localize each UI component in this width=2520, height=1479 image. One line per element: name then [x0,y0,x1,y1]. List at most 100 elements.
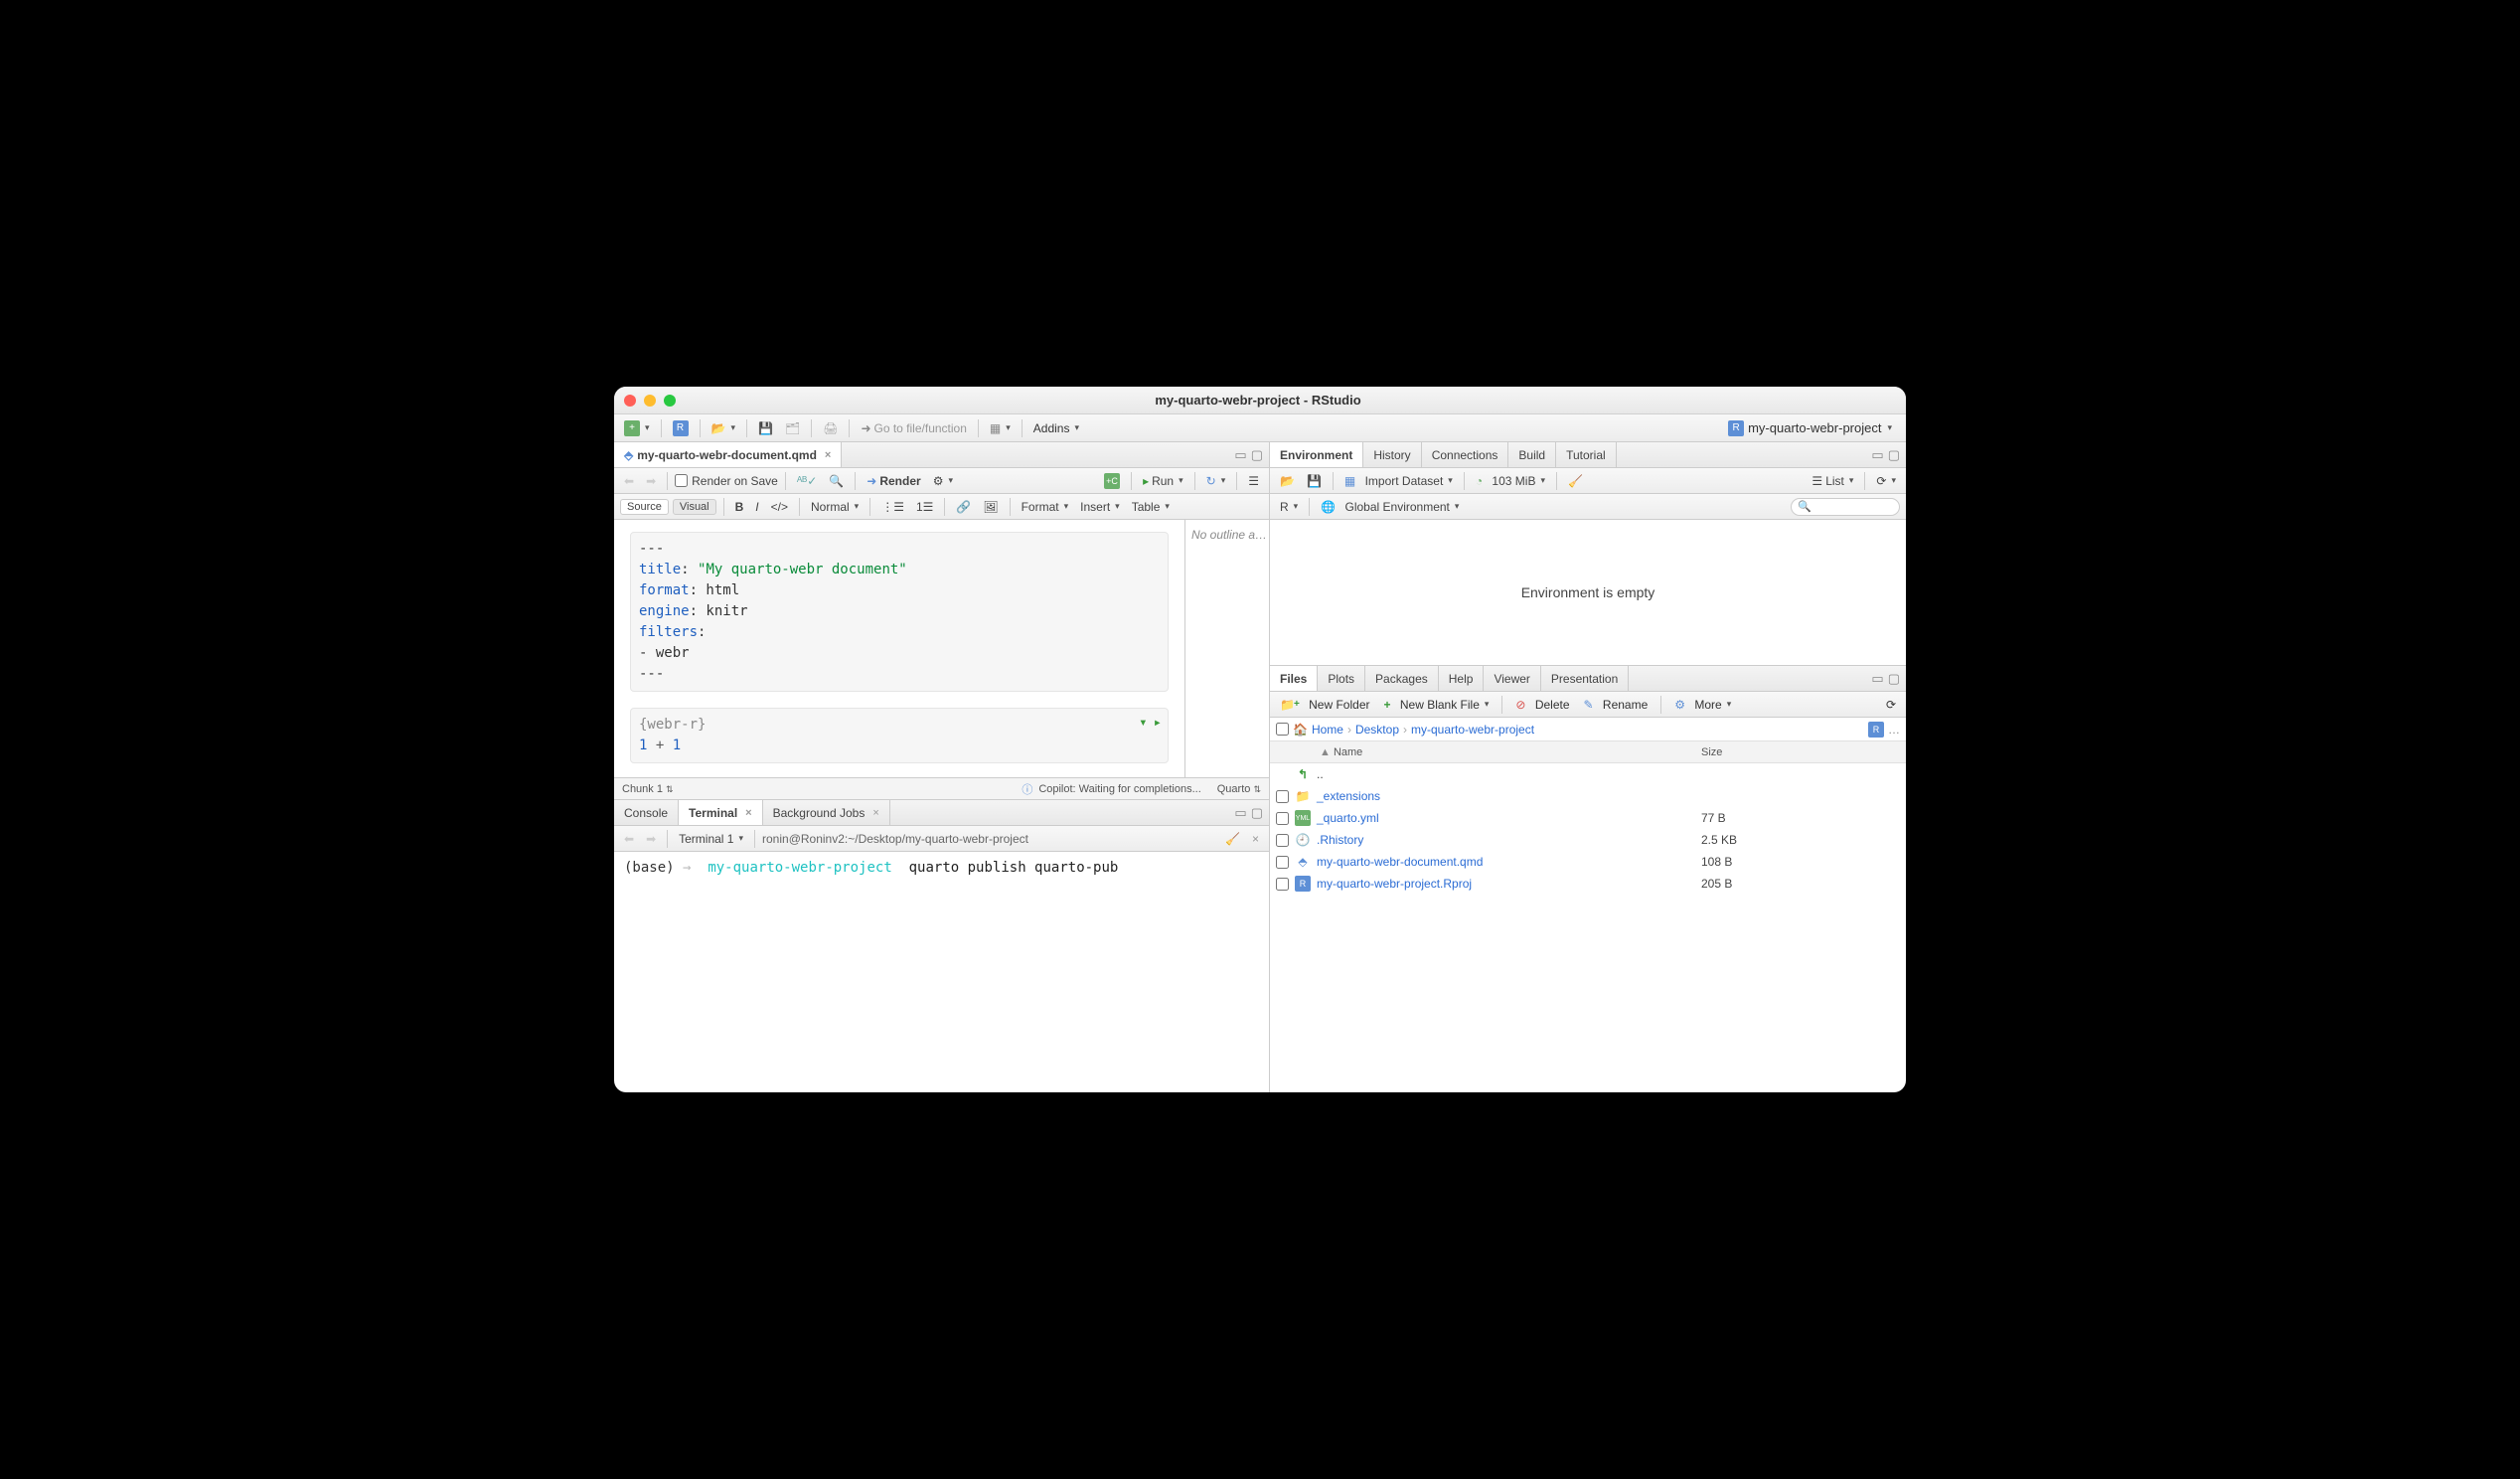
save-all-button[interactable]: 🗂 [781,420,804,436]
number-list-button[interactable]: 1☰ [912,499,937,515]
new-file-button[interactable]: +▾ [620,419,654,437]
minimize-pane-icon[interactable]: ▭ [1234,447,1246,463]
tab-connections[interactable]: Connections [1422,442,1509,467]
close-term-icon[interactable]: × [1248,831,1263,847]
code-button[interactable]: </> [767,499,792,515]
clear-term-icon[interactable]: 🧹 [1221,831,1244,847]
new-folder-button[interactable]: 📁+ New Folder [1276,697,1374,713]
tab-build[interactable]: Build [1508,442,1556,467]
style-select[interactable]: Normal▾ [807,499,863,515]
crumb-home[interactable]: Home [1312,723,1343,737]
tab-console[interactable]: Console [614,800,679,825]
fwd-button[interactable]: ➡ [642,473,660,489]
close-icon[interactable]: × [872,807,878,819]
row-check[interactable] [1276,834,1289,847]
render-button[interactable]: ➜Render [863,473,924,489]
close-icon[interactable] [624,395,636,407]
term-back[interactable]: ⬅ [620,831,638,847]
project-selector[interactable]: R my-quarto-webr-project ▾ [1720,418,1900,438]
import-dataset-button[interactable]: ▦ Import Dataset▾ [1340,473,1457,489]
spellcheck-button[interactable]: ᴬᴮ✓ [793,473,821,489]
file-row[interactable]: ⬘ my-quarto-webr-document.qmd 108 B [1270,851,1906,873]
run-button[interactable]: ▸Run▾ [1139,473,1187,489]
select-all-check[interactable] [1276,723,1289,736]
tab-packages[interactable]: Packages [1365,666,1439,691]
file-row[interactable]: R my-quarto-webr-project.Rproj 205 B [1270,873,1906,895]
tab-files[interactable]: Files [1270,666,1318,691]
save-workspace-button[interactable]: 💾 [1303,473,1326,489]
rename-button[interactable]: ✎ Rename [1580,697,1653,713]
close-icon[interactable]: × [745,807,751,819]
source-mode-button[interactable]: Source [620,499,669,515]
visual-mode-button[interactable]: Visual [673,499,716,515]
home-icon[interactable]: 🏠 [1293,723,1308,737]
bold-button[interactable]: B [731,499,748,515]
env-search-input[interactable]: 🔍 [1791,498,1900,516]
back-button[interactable]: ⬅ [620,473,638,489]
run-chunk-icon[interactable]: ▸ [1154,713,1162,734]
minimize-pane-icon[interactable]: ▭ [1871,671,1883,687]
minimize-icon[interactable] [644,395,656,407]
crumb-desktop[interactable]: Desktop [1355,723,1399,737]
tab-terminal[interactable]: Terminal× [679,800,763,825]
print-button[interactable]: 🖨 [819,420,842,436]
render-on-save-check[interactable] [675,474,688,487]
tab-viewer[interactable]: Viewer [1484,666,1540,691]
tab-jobs[interactable]: Background Jobs× [763,800,890,825]
file-up[interactable]: ↰ .. [1270,763,1906,785]
more-path-icon[interactable]: … [1888,723,1900,737]
tab-tutorial[interactable]: Tutorial [1556,442,1617,467]
delete-button[interactable]: ⊘ Delete [1511,697,1573,713]
insert-chunk-button[interactable]: +C [1100,472,1124,490]
render-settings-button[interactable]: ⚙▾ [929,473,957,489]
new-blank-button[interactable]: + New Blank File▾ [1380,697,1494,713]
italic-button[interactable]: I [751,499,762,515]
image-button[interactable]: 🖼 [979,499,1002,515]
file-row[interactable]: 📁 _extensions [1270,785,1906,807]
file-row[interactable]: 🕘 .Rhistory 2.5 KB [1270,829,1906,851]
memory-button[interactable]: ◔ 103 MiB▾ [1472,473,1549,489]
search-button[interactable]: 🔍 [825,473,848,489]
outline-button[interactable]: ☰ [1244,473,1263,489]
yaml-block[interactable]: --- title: "My quarto-webr document" for… [630,532,1169,692]
minimize-pane-icon[interactable]: ▭ [1234,805,1246,821]
load-workspace-button[interactable]: 📂 [1276,473,1299,489]
rproj-icon[interactable]: R [1868,722,1884,738]
file-row[interactable]: YML _quarto.yml 77 B [1270,807,1906,829]
row-check[interactable] [1276,790,1289,803]
link-button[interactable]: 🔗 [952,499,975,515]
table-menu[interactable]: Table▾ [1128,499,1174,515]
quarto-status[interactable]: Quarto ⇅ [1217,783,1261,795]
code-chunk[interactable]: ▾ ▸ {webr-r} 1 + 1 [630,708,1169,763]
row-check[interactable] [1276,856,1289,869]
more-button[interactable]: ⚙ More▾ [1670,697,1735,713]
terminal-body[interactable]: (base) → my-quarto-webr-project quarto p… [614,852,1269,1092]
editor-content[interactable]: --- title: "My quarto-webr document" for… [614,520,1184,777]
lang-select[interactable]: R▾ [1276,499,1302,515]
tab-environment[interactable]: Environment [1270,442,1363,467]
maximize-pane-icon[interactable]: ▢ [1251,447,1263,463]
insert-menu[interactable]: Insert▾ [1076,499,1124,515]
broom-button[interactable]: 🧹 [1564,473,1587,489]
publish-button[interactable]: ↻▾ [1202,473,1230,489]
maximize-pane-icon[interactable]: ▢ [1888,671,1900,687]
term-fwd[interactable]: ➡ [642,831,660,847]
bullet-list-button[interactable]: ⋮☰ [877,499,908,515]
scope-select[interactable]: 🌐 Global Environment▾ [1317,499,1463,515]
goto-button[interactable]: ➜Go to file/function [857,420,970,436]
chunk-nav[interactable]: Chunk 1 ⇅ [622,783,674,795]
view-list-button[interactable]: ☰ List▾ [1808,473,1857,489]
close-tab-icon[interactable]: × [825,449,831,461]
format-menu[interactable]: Format▾ [1018,499,1073,515]
zoom-icon[interactable] [664,395,676,407]
crumb-project[interactable]: my-quarto-webr-project [1411,723,1534,737]
row-check[interactable] [1276,878,1289,891]
new-project-button[interactable]: R [669,419,693,437]
refresh-button[interactable]: ⟳▾ [1872,473,1900,489]
tab-presentation[interactable]: Presentation [1541,666,1629,691]
maximize-pane-icon[interactable]: ▢ [1251,805,1263,821]
save-button[interactable]: 💾 [754,420,777,436]
addins-button[interactable]: Addins▾ [1029,420,1083,436]
terminal-select[interactable]: Terminal 1▾ [675,831,747,847]
tab-history[interactable]: History [1363,442,1421,467]
